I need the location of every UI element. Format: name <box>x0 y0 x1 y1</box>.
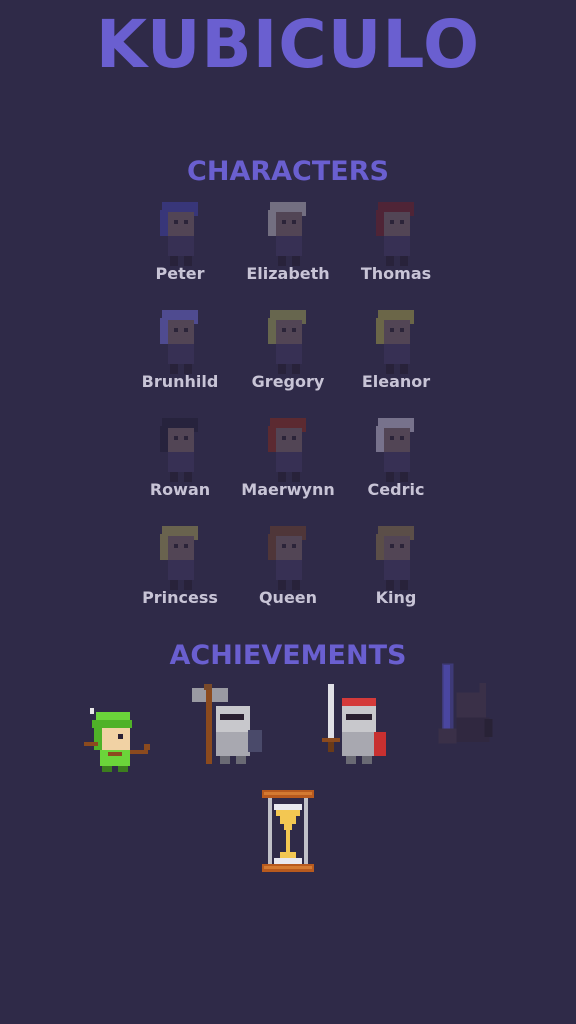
peter-sprite-icon <box>160 202 198 266</box>
character-maerwynn[interactable]: Maerwynn <box>228 414 348 514</box>
character-rowan[interactable]: Rowan <box>120 414 240 514</box>
character-name: Eleanor <box>361 372 431 391</box>
queen-sprite-icon <box>268 526 306 590</box>
dark-knight-achievement-icon[interactable] <box>424 660 514 750</box>
character-name: Cedric <box>367 480 425 499</box>
hourglass-icon <box>262 790 314 872</box>
axe-knight-achievement-icon[interactable] <box>186 680 276 770</box>
character-brunhild[interactable]: Brunhild <box>120 306 240 406</box>
character-gregory[interactable]: Gregory <box>228 306 348 406</box>
character-cedric[interactable]: Cedric <box>336 414 456 514</box>
king-sprite-icon <box>376 526 414 590</box>
game-title: KUBICULO <box>95 6 481 83</box>
cedric-sprite-icon <box>376 418 414 482</box>
character-name: Thomas <box>360 264 432 283</box>
gregory-sprite-icon <box>268 310 306 374</box>
character-name: Queen <box>258 588 318 607</box>
maerwynn-sprite-icon <box>268 418 306 482</box>
character-elizabeth[interactable]: Elizabeth <box>228 198 348 298</box>
character-name: Elizabeth <box>246 264 330 283</box>
character-thomas[interactable]: Thomas <box>336 198 456 298</box>
character-eleanor[interactable]: Eleanor <box>336 306 456 406</box>
character-peter[interactable]: Peter <box>120 198 240 298</box>
character-name: Brunhild <box>141 372 219 391</box>
character-princess[interactable]: Princess <box>120 522 240 622</box>
brunhild-sprite-icon <box>160 310 198 374</box>
character-name: Princess <box>142 588 218 607</box>
thomas-sprite-icon <box>376 202 414 266</box>
sword-knight-achievement-icon[interactable] <box>316 680 406 770</box>
character-king[interactable]: King <box>336 522 456 622</box>
princess-sprite-icon <box>160 526 198 590</box>
elizabeth-sprite-icon <box>268 202 306 266</box>
character-queen[interactable]: Queen <box>228 522 348 622</box>
character-name: Gregory <box>251 372 325 391</box>
eleanor-sprite-icon <box>376 310 414 374</box>
rowan-sprite-icon <box>160 418 198 482</box>
archer-achievement-icon[interactable] <box>78 690 168 780</box>
character-name: Maerwynn <box>241 480 335 499</box>
character-name: King <box>375 588 417 607</box>
character-name: Rowan <box>149 480 211 499</box>
character-name: Peter <box>155 264 205 283</box>
characters-heading: CHARACTERS <box>187 156 389 187</box>
